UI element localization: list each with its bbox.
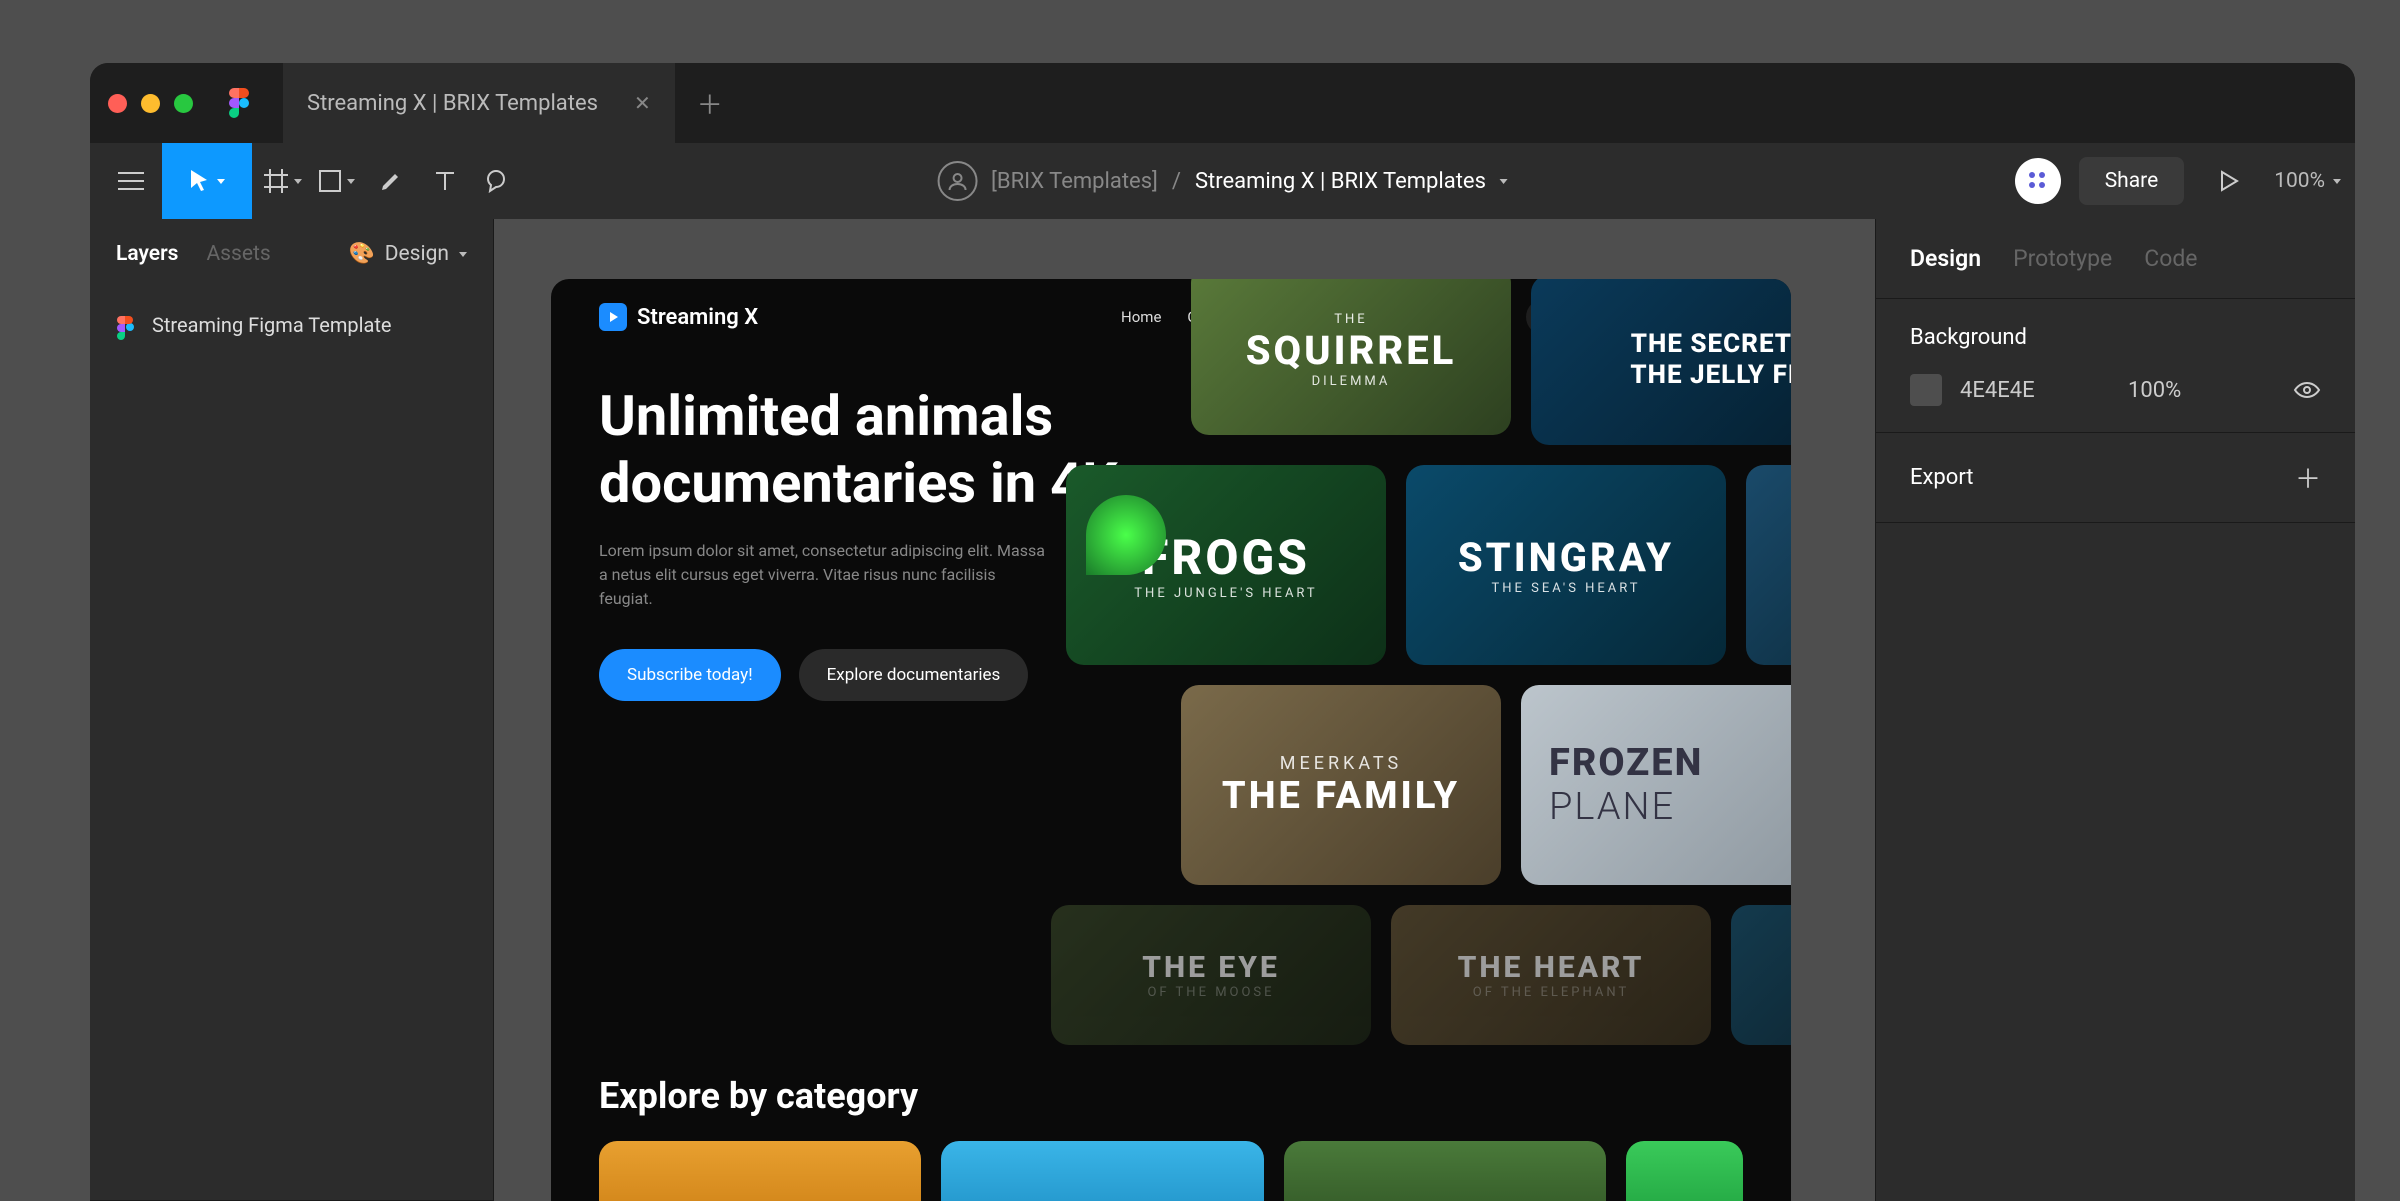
layer-row[interactable]: Streaming Figma Template	[116, 303, 467, 347]
add-export-icon[interactable]: ＋	[2295, 459, 2321, 496]
visibility-toggle-icon[interactable]	[2293, 380, 2321, 400]
palette-icon: 🎨	[349, 242, 375, 266]
tile-stingray[interactable]: STINGRAY THE SEA'S HEART	[1406, 465, 1726, 665]
nav-home[interactable]: Home	[1121, 308, 1161, 326]
site-logo[interactable]: Streaming X	[599, 303, 758, 331]
maximize-window-icon[interactable]	[174, 94, 193, 113]
inspector-panel: Design Prototype Code Background 4E4E4E …	[1875, 219, 2355, 1201]
toolbar-right: Share 100%	[2015, 157, 2341, 205]
main-toolbar: [BRIX Templates] / Streaming X | BRIX Te…	[90, 143, 2355, 219]
background-row: 4E4E4E 100%	[1910, 374, 2321, 406]
color-swatch[interactable]	[1910, 374, 1942, 406]
text-tool[interactable]	[422, 158, 468, 204]
play-icon	[599, 303, 627, 331]
category-row	[599, 1141, 1743, 1201]
category-card[interactable]	[941, 1141, 1263, 1201]
cta-explore-button[interactable]: Explore documentaries	[799, 649, 1029, 701]
workspace: Layers Assets 🎨 Design Streaming Figma T…	[90, 219, 2355, 1201]
category-card[interactable]	[1626, 1141, 1743, 1201]
tile-frogs[interactable]: FROGS THE JUNGLE'S HEART	[1066, 465, 1386, 665]
background-section: Background 4E4E4E 100%	[1876, 299, 2355, 433]
pen-tool[interactable]	[368, 158, 414, 204]
tab-layers[interactable]: Layers	[116, 242, 178, 266]
user-avatar[interactable]	[2015, 158, 2061, 204]
export-label: Export	[1910, 465, 1974, 490]
chevron-down-icon[interactable]	[1500, 179, 1508, 184]
file-tab[interactable]: Streaming X | BRIX Templates ✕	[283, 63, 675, 143]
explore-heading: Explore by category	[599, 1075, 1743, 1117]
move-tool[interactable]	[162, 143, 252, 219]
tab-prototype[interactable]: Prototype	[2013, 245, 2112, 272]
new-tab-button[interactable]: ＋	[697, 85, 723, 122]
shape-tool[interactable]	[314, 158, 360, 204]
logo-text: Streaming X	[637, 305, 758, 330]
share-button[interactable]: Share	[2079, 157, 2185, 205]
team-avatar-icon	[937, 161, 977, 201]
category-card[interactable]	[599, 1141, 921, 1201]
category-card[interactable]	[1284, 1141, 1606, 1201]
tile-squirrel[interactable]: THE SQUIRREL DILEMMA	[1191, 279, 1511, 435]
explore-section: Explore by category	[551, 1075, 1791, 1201]
color-opacity-input[interactable]: 100%	[2128, 378, 2208, 403]
layer-list: Streaming Figma Template	[90, 289, 493, 580]
tile-meerkats[interactable]: MEERKATS THE FAMILY	[1181, 685, 1501, 885]
frame-tool[interactable]	[260, 158, 306, 204]
hero-title: Unlimited animals documentaries in 4K	[599, 383, 1139, 517]
breadcrumb-separator: /	[1172, 169, 1181, 194]
minimize-window-icon[interactable]	[141, 94, 160, 113]
layer-name: Streaming Figma Template	[152, 313, 392, 337]
page-selector[interactable]: 🎨 Design	[349, 242, 467, 266]
close-tab-icon[interactable]: ✕	[634, 91, 651, 115]
inspector-tabs: Design Prototype Code	[1876, 219, 2355, 299]
canvas[interactable]: Streaming X Home Categories Documentarie…	[494, 219, 1875, 1201]
breadcrumb[interactable]: [BRIX Templates] / Streaming X | BRIX Te…	[937, 161, 1508, 201]
left-panel-tabs: Layers Assets 🎨 Design	[90, 219, 493, 289]
hero-body: Lorem ipsum dolor sit amet, consectetur …	[599, 539, 1049, 611]
tile-partial-1[interactable]	[1746, 465, 1791, 665]
comment-tool[interactable]	[476, 158, 522, 204]
file-tab-title: Streaming X | BRIX Templates	[307, 91, 598, 116]
background-label: Background	[1910, 325, 2321, 350]
tile-eye[interactable]: THE EYE OF THE MOOSE	[1051, 905, 1371, 1045]
breadcrumb-file: Streaming X | BRIX Templates	[1195, 169, 1486, 194]
window-controls	[108, 94, 193, 113]
tile-frozen[interactable]: FROZEN PLANE	[1521, 685, 1791, 885]
figma-app-window: Streaming X | BRIX Templates ✕ ＋	[90, 63, 2355, 1201]
hero-section: Unlimited animals documentaries in 4K Lo…	[551, 335, 1791, 1075]
figma-logo-icon[interactable]	[225, 89, 253, 117]
tile-partial-2[interactable]	[1731, 905, 1791, 1045]
tab-code[interactable]: Code	[2144, 245, 2197, 272]
menu-icon[interactable]	[108, 158, 154, 204]
zoom-level[interactable]: 100%	[2274, 169, 2341, 193]
close-window-icon[interactable]	[108, 94, 127, 113]
tile-elephant[interactable]: THE HEART OF THE ELEPHANT	[1391, 905, 1711, 1045]
page-name: Design	[385, 242, 449, 266]
tile-jellyfish[interactable]: THE SECRET OF THE JELLY FISH	[1531, 279, 1791, 445]
export-section: Export ＋	[1876, 433, 2355, 523]
cta-subscribe-button[interactable]: Subscribe today!	[599, 649, 781, 701]
tab-design[interactable]: Design	[1910, 245, 1981, 272]
title-bar: Streaming X | BRIX Templates ✕ ＋	[90, 63, 2355, 143]
breadcrumb-project: [BRIX Templates]	[991, 169, 1158, 194]
design-frame[interactable]: Streaming X Home Categories Documentarie…	[551, 279, 1791, 1201]
component-icon	[116, 314, 138, 336]
tab-assets[interactable]: Assets	[206, 242, 270, 266]
left-panel: Layers Assets 🎨 Design Streaming Figma T…	[90, 219, 494, 1201]
present-icon[interactable]	[2206, 158, 2252, 204]
color-hex-input[interactable]: 4E4E4E	[1960, 378, 2110, 403]
frog-graphic	[1086, 495, 1166, 575]
